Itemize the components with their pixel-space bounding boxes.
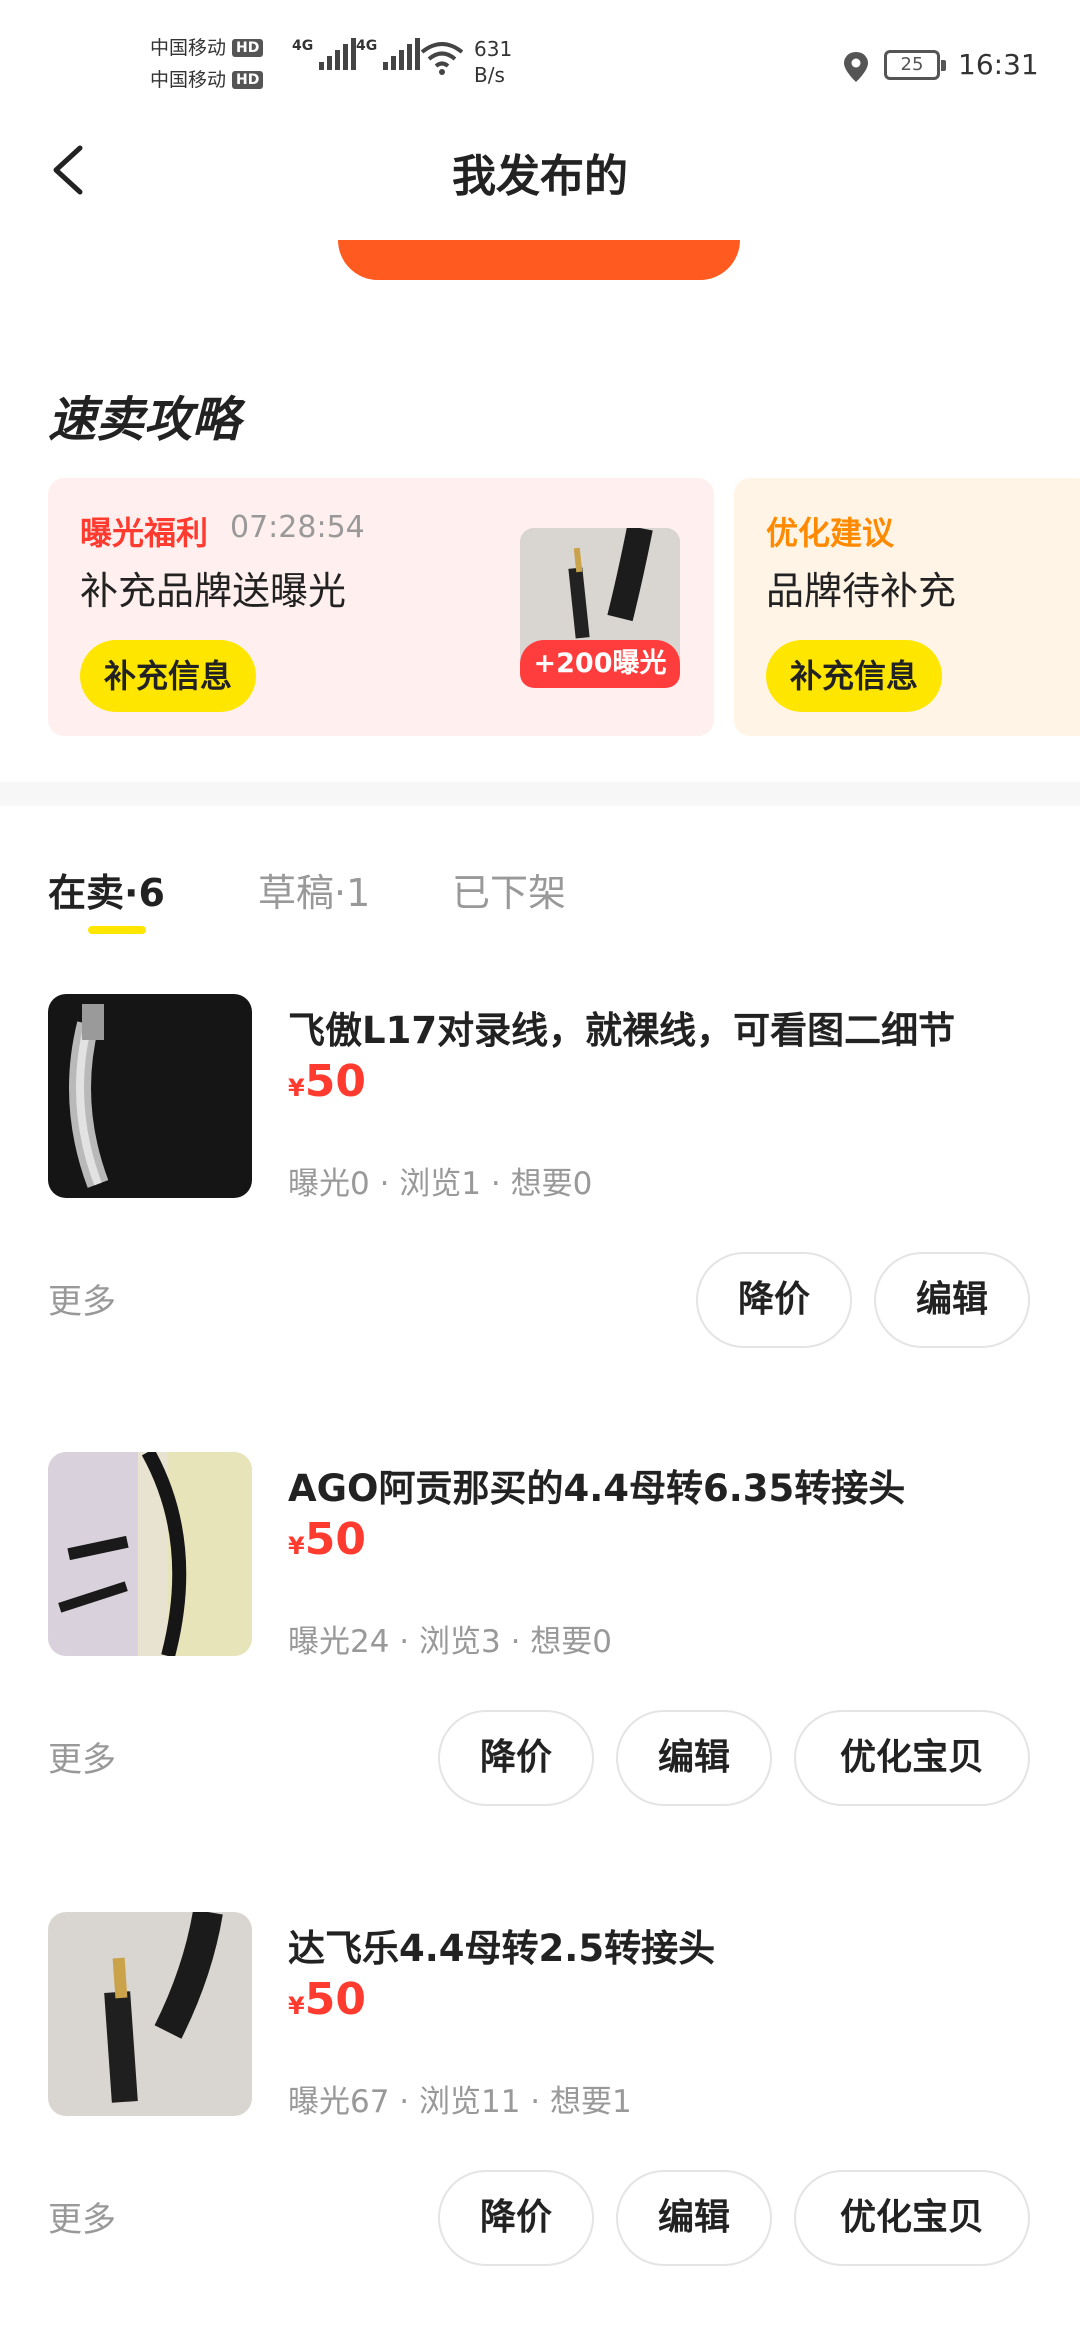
cable-photo-icon <box>48 1452 252 1656</box>
listing-item[interactable]: 飞傲L17对录线，就裸线，可看图二细节 ¥50 曝光0 · 浏览1 · 想要0 … <box>0 994 1080 1394</box>
listing-item[interactable]: AGO阿贡那买的4.4母转6.35转接头 ¥50 曝光24 · 浏览3 · 想要… <box>0 1452 1080 1852</box>
tab-count: 1 <box>346 871 371 915</box>
card-headline: 补充品牌送曝光 <box>80 569 347 613</box>
exposure-benefit-card[interactable]: 曝光福利 07:28:54 补充品牌送曝光 补充信息 +200曝光 <box>48 478 714 736</box>
more-link[interactable]: 更多 <box>48 1732 116 1781</box>
item-photo <box>48 1912 252 2116</box>
cable-photo-icon <box>48 1912 252 2116</box>
page-title: 我发布的 <box>452 151 628 202</box>
carrier-info: 中国移动 HD 中国移动 HD <box>150 32 264 96</box>
item-stats: 曝光0 · 浏览1 · 想要0 <box>288 1166 593 1202</box>
tab-label: 已下架 <box>452 871 567 915</box>
active-tab-indicator <box>88 926 146 934</box>
currency-symbol: ¥ <box>288 1074 305 1102</box>
item-price: ¥50 <box>288 1514 366 1565</box>
item-stats: 曝光24 · 浏览3 · 想要0 <box>288 1624 613 1660</box>
net-speed-value: 631 <box>474 37 513 61</box>
cable-photo-icon <box>48 994 252 1198</box>
supplement-info-button[interactable]: 补充信息 <box>80 640 257 712</box>
card-headline: 品牌待补充 <box>766 569 957 613</box>
hd-badge: HD <box>232 71 264 89</box>
wifi-icon <box>420 42 464 75</box>
carrier-name-2: 中国移动 <box>150 69 227 91</box>
card-tag: 优化建议 <box>766 514 895 552</box>
price-value: 50 <box>304 1514 366 1565</box>
more-link[interactable]: 更多 <box>48 2192 116 2241</box>
carrier-name-1: 中国移动 <box>150 37 227 59</box>
location-icon <box>844 52 868 82</box>
card-tag: 曝光福利 <box>80 514 209 552</box>
tab-separator: · <box>334 871 347 915</box>
signal-icon: 4G <box>292 38 357 70</box>
tab-count: 6 <box>138 871 165 915</box>
listing-item[interactable]: 达飞乐4.4母转2.5转接头 ¥50 曝光67 · 浏览11 · 想要1 更多 … <box>0 1912 1080 2312</box>
tab-delisted[interactable]: 已下架 <box>452 862 566 917</box>
currency-symbol: ¥ <box>288 1992 305 2020</box>
item-stats: 曝光67 · 浏览11 · 想要1 <box>288 2084 632 2120</box>
exposure-badge: +200曝光 <box>520 640 680 688</box>
reduce-price-button[interactable]: 降价 <box>696 1252 852 1348</box>
optimization-suggestion-card[interactable]: 优化建议 品牌待补充 补充信息 <box>734 478 1080 736</box>
product-thumbnail: +200曝光 <box>520 528 680 688</box>
reduce-price-button[interactable]: 降价 <box>438 1710 594 1806</box>
network-type-label: 4G <box>292 38 314 54</box>
currency-symbol: ¥ <box>288 1532 305 1560</box>
battery-icon: 25 <box>884 50 946 80</box>
more-link[interactable]: 更多 <box>48 1274 116 1323</box>
item-photo <box>48 1452 252 1656</box>
supplement-info-button[interactable]: 补充信息 <box>766 640 943 712</box>
hd-badge: HD <box>232 39 264 57</box>
net-speed: 631 B/s <box>474 36 512 88</box>
price-value: 50 <box>304 1974 366 2025</box>
guide-title: 速卖攻略 <box>48 392 241 448</box>
publish-button-partial[interactable] <box>338 240 740 280</box>
item-title: AGO阿贡那买的4.4母转6.35转接头 <box>288 1467 906 1510</box>
status-bar: 中国移动 HD 中国移动 HD 4G 4G 631 B/s 25 16:31 <box>0 0 1080 120</box>
tab-drafts[interactable]: 草稿·1 <box>258 862 370 917</box>
tab-on-sale[interactable]: 在卖·6 <box>48 862 165 917</box>
clock: 16:31 <box>958 48 1039 81</box>
network-type-label: 4G <box>356 38 378 54</box>
net-speed-unit: B/s <box>474 63 505 87</box>
section-divider <box>0 782 1080 806</box>
item-price: ¥50 <box>288 1056 366 1107</box>
optimize-item-button[interactable]: 优化宝贝 <box>794 2170 1030 2266</box>
item-price: ¥50 <box>288 1974 366 2025</box>
reduce-price-button[interactable]: 降价 <box>438 2170 594 2266</box>
price-value: 50 <box>304 1056 366 1107</box>
signal-icon: 4G <box>356 38 421 70</box>
tab-label: 草稿 <box>258 871 335 915</box>
tab-separator: · <box>124 871 139 915</box>
item-title: 飞傲L17对录线，就裸线，可看图二细节 <box>288 1009 956 1052</box>
item-photo <box>48 994 252 1198</box>
edit-button[interactable]: 编辑 <box>616 1710 772 1806</box>
tab-label: 在卖 <box>48 871 125 915</box>
edit-button[interactable]: 编辑 <box>616 2170 772 2266</box>
edit-button[interactable]: 编辑 <box>874 1252 1030 1348</box>
optimize-item-button[interactable]: 优化宝贝 <box>794 1710 1030 1806</box>
item-title: 达飞乐4.4母转2.5转接头 <box>288 1927 716 1970</box>
countdown-timer: 07:28:54 <box>230 510 365 545</box>
